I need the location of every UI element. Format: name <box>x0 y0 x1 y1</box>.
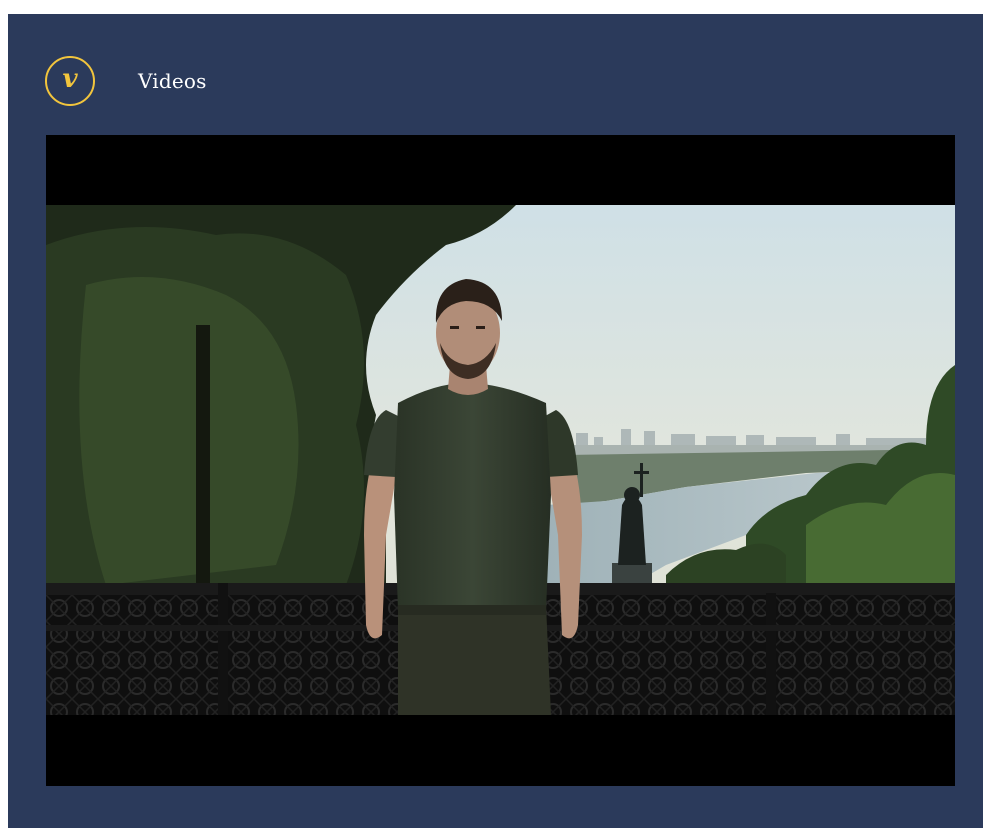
logo-letter: v <box>62 64 78 94</box>
widget-header: v Videos <box>8 14 983 134</box>
video-thumbnail <box>46 205 955 715</box>
video-player[interactable] <box>46 135 955 786</box>
section-title: Videos <box>138 69 207 93</box>
videos-widget: v Videos <box>8 14 983 828</box>
logo-icon[interactable]: v <box>45 56 95 106</box>
